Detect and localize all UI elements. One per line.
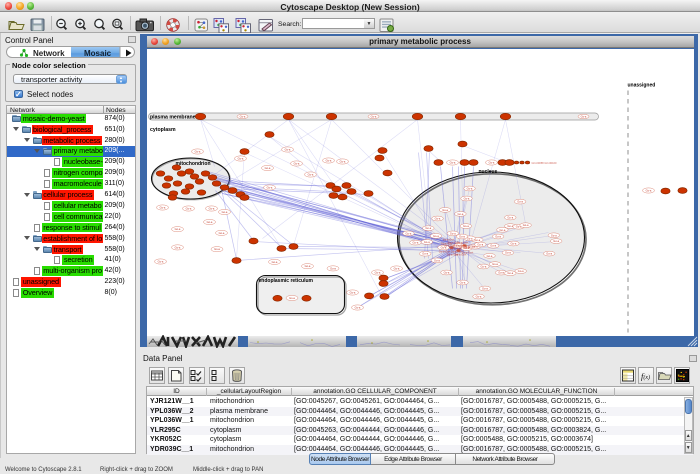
svg-text:Go-a: Go-a — [434, 258, 440, 262]
svg-text:Go-a: Go-a — [463, 196, 469, 200]
svg-text:Go-a: Go-a — [492, 262, 498, 266]
svg-text:Go-a: Go-a — [505, 250, 511, 254]
svg-text:Go-a: Go-a — [463, 224, 469, 228]
svg-text:Go-a: Go-a — [221, 210, 227, 214]
svg-text:Go-a: Go-a — [218, 230, 224, 234]
svg-text:Go-a: Go-a — [174, 245, 180, 249]
svg-text:Go-a: Go-a — [475, 294, 481, 298]
svg-text:Go-a: Go-a — [339, 159, 345, 163]
svg-text:Go-a: Go-a — [480, 264, 486, 268]
svg-text:Go-a: Go-a — [459, 234, 465, 238]
svg-text:Go-a: Go-a — [449, 231, 455, 235]
svg-text:Go-a: Go-a — [459, 280, 465, 284]
svg-text:nucleus: nucleus — [478, 169, 497, 175]
svg-text:Go-a: Go-a — [208, 206, 214, 210]
svg-text:Go-a: Go-a — [264, 166, 270, 170]
svg-text:Go-a: Go-a — [174, 227, 180, 231]
svg-text:Mosaic: Mosaic — [84, 49, 112, 58]
svg-text:Go-a: Go-a — [304, 264, 310, 268]
svg-text:Go-a: Go-a — [510, 241, 516, 245]
svg-text:Go-a: Go-a — [449, 160, 455, 164]
svg-text:Go-a: Go-a — [159, 205, 165, 209]
svg-text:Go-a: Go-a — [237, 156, 243, 160]
svg-text:Network: Network — [33, 49, 65, 58]
svg-text:Go-a: Go-a — [550, 233, 556, 237]
svg-text:Go-a: Go-a — [517, 269, 523, 273]
svg-text:Go-a: Go-a — [330, 266, 336, 270]
svg-text:endoplasmic reticulum: endoplasmic reticulum — [258, 278, 313, 284]
svg-text:Go-a: Go-a — [442, 207, 448, 211]
svg-text:Go-a: Go-a — [284, 147, 290, 151]
svg-text:Go-a: Go-a — [194, 149, 200, 153]
svg-text:Go-a: Go-a — [522, 223, 528, 227]
svg-text:Go-a: Go-a — [517, 199, 523, 203]
svg-text:Go-a: Go-a — [239, 114, 245, 118]
svg-text:Go-a: Go-a — [266, 185, 272, 189]
svg-text:Go-a: Go-a — [466, 186, 472, 190]
svg-text:Go-a: Go-a — [307, 172, 313, 176]
svg-text:Go-a: Go-a — [422, 251, 428, 255]
svg-text:Go-a Go-t: Go-a Go-t — [447, 240, 459, 244]
svg-text:unassigned: unassigned — [627, 82, 655, 88]
svg-text:Go-a: Go-a — [289, 296, 295, 300]
svg-text:Go-a: Go-a — [490, 243, 496, 247]
svg-text:Go-a: Go-a — [482, 286, 488, 290]
svg-text:Go-a: Go-a — [157, 259, 163, 263]
svg-text:Go-a: Go-a — [405, 231, 411, 235]
svg-text:Go-a: Go-a — [293, 161, 299, 165]
svg-text:Go-a: Go-a — [354, 305, 360, 309]
svg-text:GO-00058 GO-00160: GO-00058 GO-00160 — [531, 161, 557, 165]
svg-text:Go-a: Go-a — [433, 233, 439, 237]
svg-text:Go-a: Go-a — [425, 226, 431, 230]
svg-text:Go-a: Go-a — [499, 227, 505, 231]
svg-text:Go-a: Go-a — [423, 240, 429, 244]
svg-text:Go-a: Go-a — [507, 215, 513, 219]
svg-text:Go-a: Go-a — [495, 234, 501, 238]
svg-text:Go-a: Go-a — [457, 211, 463, 215]
svg-text:Go-a: Go-a — [580, 114, 586, 118]
svg-text:Go-a: Go-a — [349, 290, 355, 294]
svg-text:Go-a: Go-a — [645, 188, 651, 192]
svg-text:Go-a: Go-a — [206, 220, 212, 224]
svg-text:plasma membrane: plasma membrane — [150, 114, 196, 120]
svg-text:Go-a: Go-a — [553, 239, 559, 243]
svg-text:Go-a Go-t: Go-a Go-t — [454, 252, 466, 256]
svg-text:Go-a: Go-a — [393, 266, 399, 270]
svg-text:Go-a: Go-a — [486, 253, 492, 257]
svg-text:Go-a: Go-a — [214, 247, 220, 251]
svg-text:Go-a: Go-a — [477, 242, 483, 246]
svg-text:cytoplasm: cytoplasm — [150, 127, 176, 133]
svg-text:f(x): f(x) — [641, 371, 650, 381]
svg-text:Go-a: Go-a — [374, 270, 380, 274]
svg-text:Go-a: Go-a — [412, 240, 418, 244]
svg-text:Go-a: Go-a — [488, 160, 494, 164]
svg-text:Go-a: Go-a — [325, 158, 331, 162]
svg-text:Go-a: Go-a — [546, 251, 552, 255]
svg-text:Go-a: Go-a — [443, 270, 449, 274]
svg-text:Go-a: Go-a — [185, 206, 191, 210]
svg-text:Go-a: Go-a — [271, 259, 277, 263]
svg-text:Go-a: Go-a — [370, 114, 376, 118]
svg-text:Go-a: Go-a — [498, 270, 504, 274]
svg-text:Go-a: Go-a — [434, 216, 440, 220]
svg-text:Go-a: Go-a — [507, 271, 513, 275]
